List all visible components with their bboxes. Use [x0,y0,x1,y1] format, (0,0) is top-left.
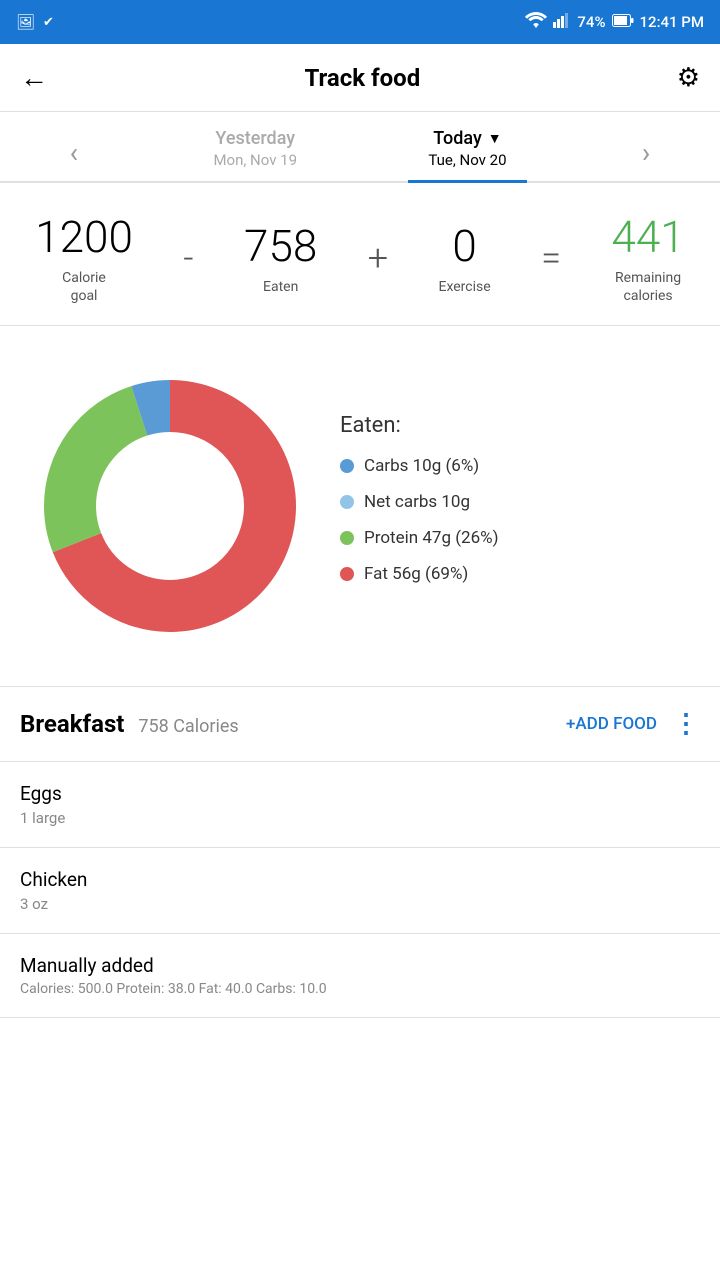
today-date-text: Tue, Nov 20 [428,151,506,169]
gallery-icon: 🖼 [16,13,35,31]
app-bar: ← Track food ⚙ [0,44,720,112]
remaining-label: Remainingcalories [611,269,684,305]
exercise-number: 0 [438,220,490,272]
status-left: 🖼 ✔ [16,13,54,31]
food-desc: 3 oz [20,895,700,913]
meal-title-row: Breakfast 758 Calories [20,710,239,738]
back-button[interactable]: ← [20,61,48,94]
today-date[interactable]: Today ▼ Tue, Nov 20 [408,124,526,181]
protein-label: Protein 47g (26%) [364,528,499,548]
dropdown-arrow-icon: ▼ [488,130,502,147]
food-note: Calories: 500.0 Protein: 38.0 Fat: 40.0 … [20,981,700,997]
donut-chart [20,356,320,656]
add-food-button[interactable]: +ADD FOOD [566,714,657,734]
eaten-label: Eaten [244,278,317,296]
plus-operator: + [368,237,388,279]
settings-button[interactable]: ⚙ [677,63,700,93]
meal-header: Breakfast 758 Calories +ADD FOOD ⋮ [0,687,720,762]
eaten-number: 758 [244,220,317,272]
chart-section: Eaten: Carbs 10g (6%) Net carbs 10g Prot… [0,326,720,687]
remaining-number: 441 [611,211,684,263]
carbs-label: Carbs 10g (6%) [364,456,479,476]
next-date-button[interactable]: › [618,126,674,179]
carbs-dot [340,459,354,473]
calorie-summary: 1200 Caloriegoal - 758 Eaten + 0 Exercis… [0,183,720,326]
equals-operator: = [541,237,561,279]
food-name: Manually added [20,954,700,977]
calorie-goal-number: 1200 [35,211,133,263]
eaten-item: 758 Eaten [244,220,317,296]
fat-dot [340,567,354,581]
calorie-goal-item: 1200 Caloriegoal [35,211,133,305]
time-display: 12:41 PM [640,13,704,31]
exercise-label: Exercise [438,278,490,296]
signal-icon [553,12,571,32]
net-carbs-label: Net carbs 10g [364,492,470,512]
yesterday-date[interactable]: Yesterday Mon, Nov 19 [193,124,317,181]
net-carbs-dot [340,495,354,509]
meal-actions: +ADD FOOD ⋮ [566,709,700,739]
status-right: 74% 12:41 PM [525,12,704,32]
minus-operator: - [183,237,193,279]
legend-net-carbs: Net carbs 10g [340,492,700,512]
food-name: Chicken [20,868,700,891]
legend-fat: Fat 56g (69%) [340,564,700,584]
meal-calories: 758 Calories [138,716,238,737]
prev-date-button[interactable]: ‹ [46,126,102,179]
yesterday-label: Yesterday [213,128,297,149]
fat-label: Fat 56g (69%) [364,564,468,584]
protein-dot [340,531,354,545]
yesterday-date-text: Mon, Nov 19 [213,151,297,169]
battery-percent: 74% [577,13,605,31]
check-icon: ✔ [43,15,54,30]
food-name: Eggs [20,782,700,805]
legend-protein: Protein 47g (26%) [340,528,700,548]
food-item-eggs[interactable]: Eggs 1 large [0,762,720,848]
meal-section: Breakfast 758 Calories +ADD FOOD ⋮ Eggs … [0,687,720,1018]
legend-title: Eaten: [340,413,700,438]
legend-carbs: Carbs 10g (6%) [340,456,700,476]
exercise-item: 0 Exercise [438,220,490,296]
food-desc: 1 large [20,809,700,827]
meal-title: Breakfast [20,710,124,738]
date-nav: ‹ Yesterday Mon, Nov 19 Today ▼ Tue, Nov… [0,112,720,183]
remaining-item: 441 Remainingcalories [611,211,684,305]
today-label: Today [433,128,482,149]
status-bar: 🖼 ✔ 74% 12:41 PM [0,0,720,44]
more-options-button[interactable]: ⋮ [673,709,700,739]
battery-icon [612,13,634,31]
calorie-goal-label: Caloriegoal [35,269,133,305]
wifi-icon [525,12,547,32]
food-item-chicken[interactable]: Chicken 3 oz [0,848,720,934]
food-item-manual[interactable]: Manually added Calories: 500.0 Protein: … [0,934,720,1018]
chart-legend: Eaten: Carbs 10g (6%) Net carbs 10g Prot… [340,413,700,600]
page-title: Track food [304,64,420,92]
